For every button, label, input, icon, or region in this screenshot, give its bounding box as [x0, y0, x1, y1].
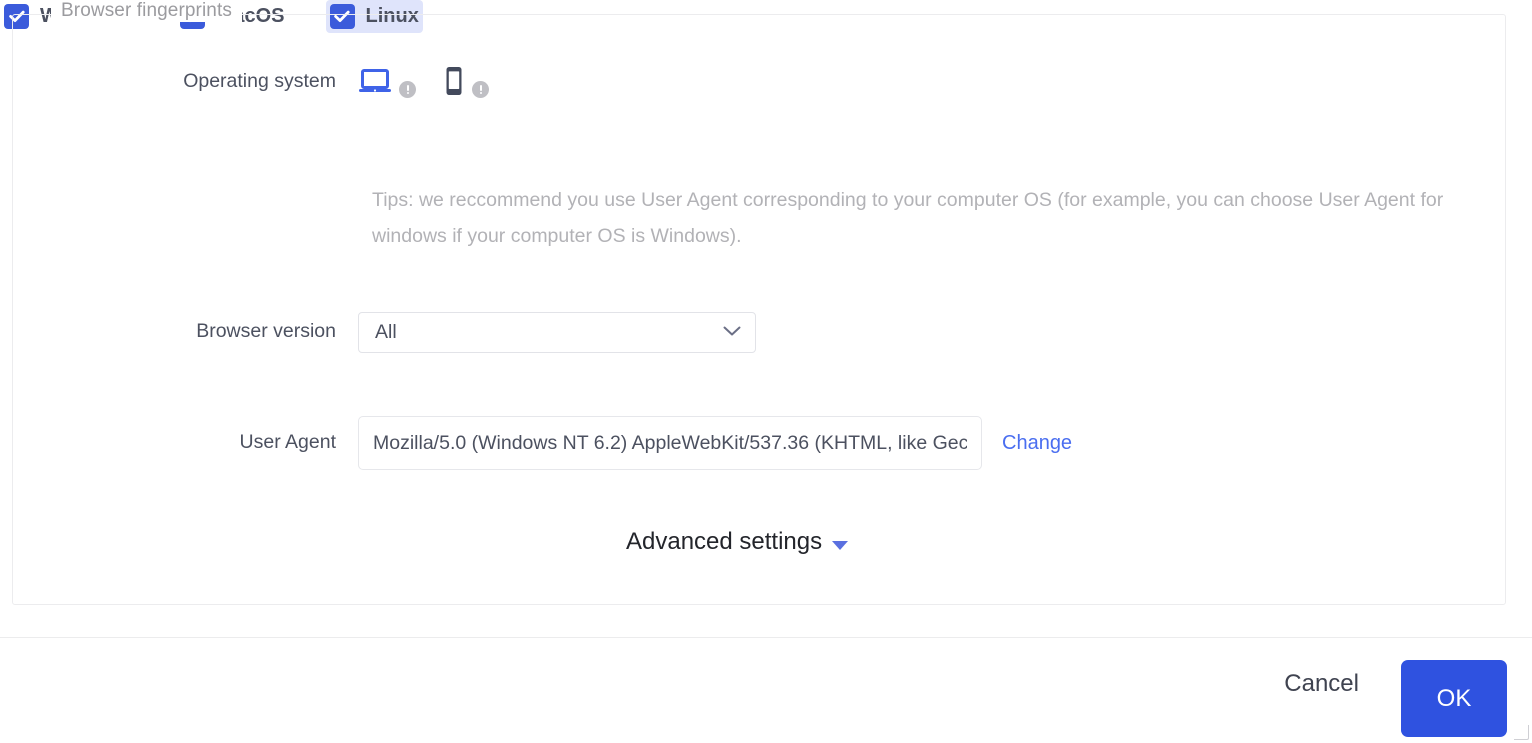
- browser-version-value: All: [375, 321, 397, 343]
- mobile-info-icon[interactable]: [472, 81, 489, 98]
- cancel-button[interactable]: Cancel: [1278, 660, 1365, 708]
- user-agent-change-link[interactable]: Change: [1002, 416, 1072, 470]
- operating-system-label: Operating system: [183, 70, 336, 92]
- browser-fingerprints-fieldset: Browser fingerprints: [12, 0, 1506, 605]
- chevron-down-icon[interactable]: [722, 324, 742, 342]
- browser-fingerprints-dialog: Browser fingerprints Operating system ma…: [0, 0, 1532, 743]
- device-desktop-option[interactable]: [358, 67, 416, 100]
- phone-icon[interactable]: [443, 66, 465, 101]
- operating-system-row: Operating system: [0, 66, 1494, 101]
- caret-down-icon[interactable]: [832, 540, 849, 550]
- fieldset-legend: Browser fingerprints: [51, 0, 242, 22]
- advanced-settings-toggle[interactable]: Advanced settings: [626, 528, 849, 556]
- browser-version-label: Browser version: [196, 320, 336, 342]
- browser-version-select[interactable]: All: [358, 312, 756, 353]
- os-tips-text: Tips: we reccommend you use User Agent c…: [372, 189, 1444, 247]
- user-agent-input[interactable]: [358, 416, 982, 470]
- device-mobile-option[interactable]: [443, 66, 489, 101]
- device-type-selector: [358, 66, 489, 101]
- ok-button[interactable]: OK: [1401, 660, 1507, 737]
- browser-version-row: Browser version All: [0, 312, 1494, 353]
- resize-handle-icon[interactable]: [1514, 725, 1530, 741]
- dialog-footer: Cancel OK: [0, 638, 1532, 743]
- desktop-info-icon[interactable]: [399, 81, 416, 98]
- user-agent-row: User Agent Change: [0, 416, 1494, 470]
- user-agent-label: User Agent: [239, 431, 336, 453]
- laptop-icon[interactable]: [358, 67, 392, 100]
- advanced-settings-label: Advanced settings: [626, 528, 823, 555]
